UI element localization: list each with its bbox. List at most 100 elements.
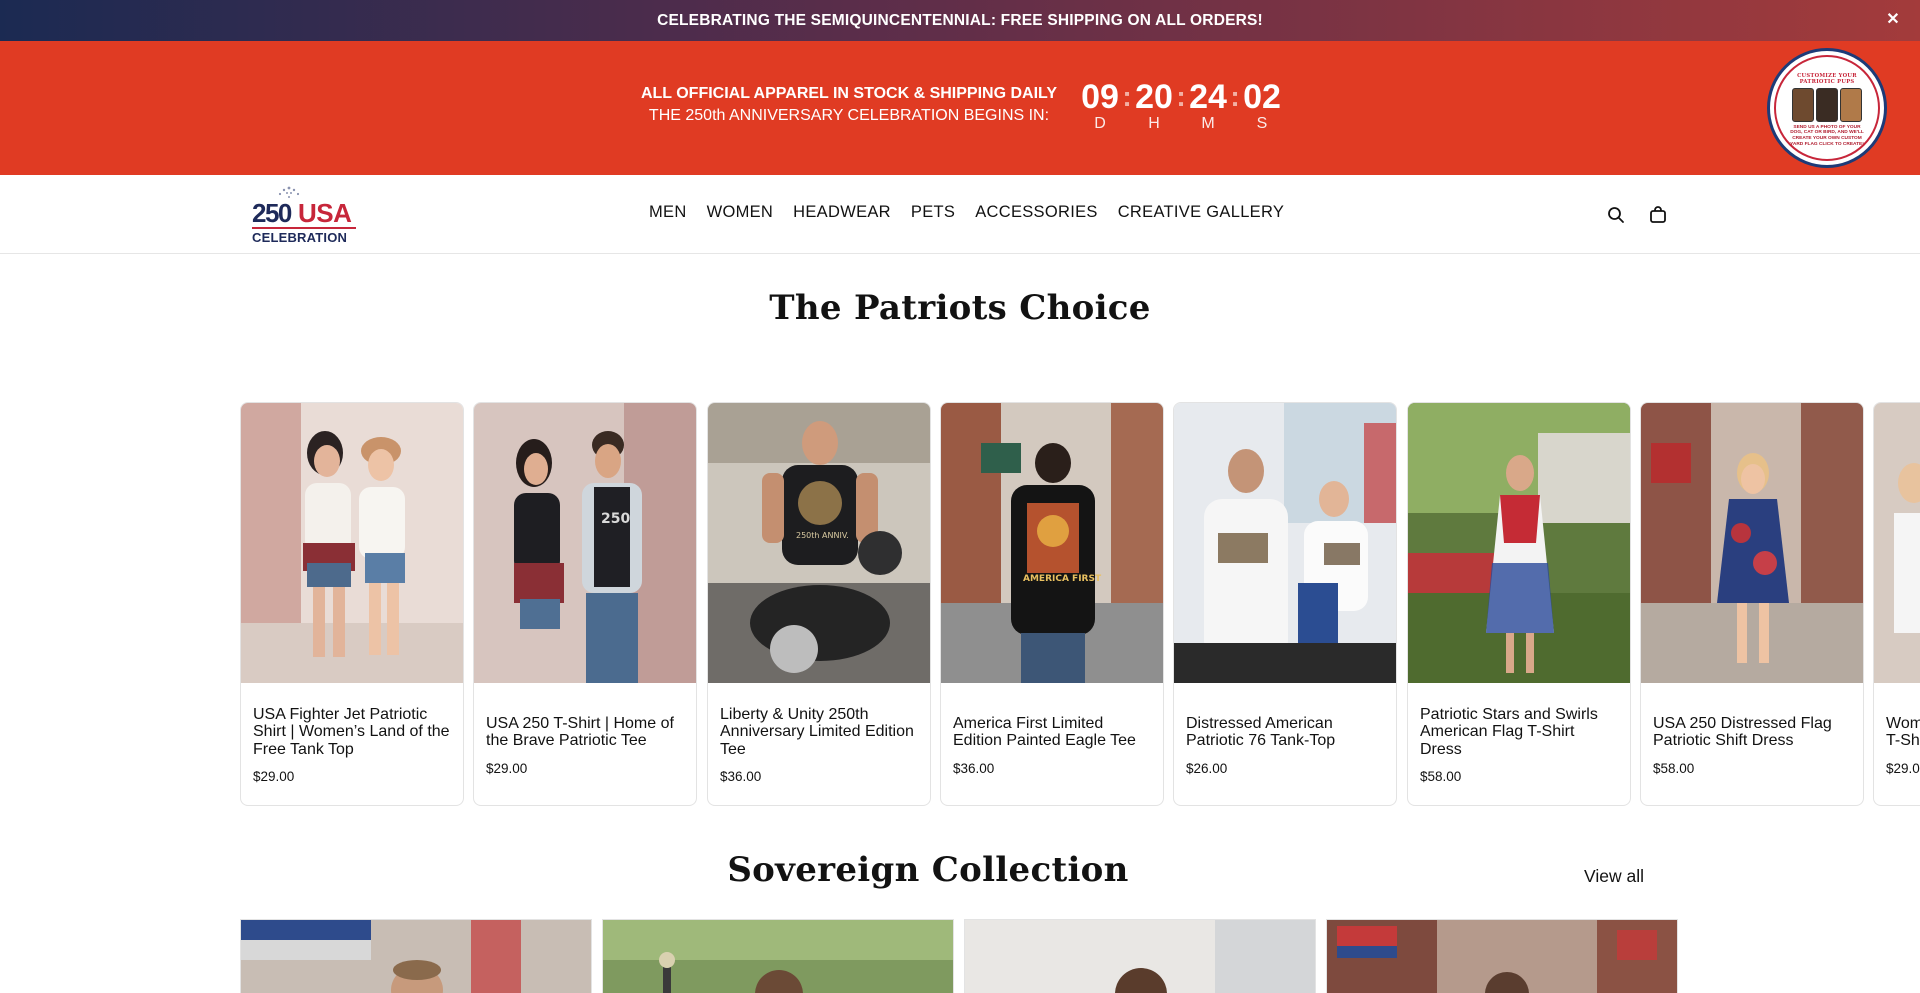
search-icon[interactable]	[1606, 205, 1626, 225]
product-card[interactable]: Patriotic Stars and Swirls American Flag…	[1407, 402, 1631, 806]
countdown-separator: :	[1122, 81, 1132, 112]
product-card[interactable]: Wom T-Sh $29.0	[1873, 402, 1920, 806]
collection-photo	[1327, 920, 1677, 993]
product-card[interactable]: 250th ANNIV. Liberty & Unity 250th Anniv…	[707, 402, 931, 806]
product-photo	[1641, 403, 1863, 683]
product-card[interactable]: USA 250 Distressed Flag Patriotic Shift …	[1640, 402, 1864, 806]
product-price: $29.00	[486, 760, 528, 776]
countdown-seconds-value: 02	[1243, 78, 1281, 116]
countdown-hours: 20 H	[1132, 79, 1176, 133]
announcement-bar: CELEBRATING THE SEMIQUINCENTENNIAL: FREE…	[0, 0, 1920, 41]
countdown-minutes: 24 M	[1186, 79, 1230, 133]
product-price: $29.0	[1886, 760, 1920, 776]
product-image[interactable]	[1641, 403, 1863, 683]
logo-country: USA	[298, 198, 352, 228]
logo-underline	[252, 227, 356, 229]
countdown-hours-value: 20	[1135, 78, 1173, 116]
svg-text:250th ANNIV.: 250th ANNIV.	[796, 531, 849, 540]
custom-pet-flag-badge[interactable]: CUSTOMIZE YOUR PATRIOTIC PUPS SEND US A …	[1767, 48, 1887, 168]
badge-ring	[1774, 55, 1880, 161]
patriots-choice-title: The Patriots Choice	[769, 288, 1151, 328]
product-title[interactable]: USA 250 T-Shirt | Home of the Brave Patr…	[486, 715, 684, 750]
collection-card[interactable]	[240, 919, 592, 993]
product-title[interactable]: Patriotic Stars and Swirls American Flag…	[1420, 706, 1618, 759]
countdown-seconds-label: S	[1256, 115, 1268, 132]
countdown-separator: :	[1230, 81, 1240, 112]
product-info: USA Fighter Jet Patriotic Shirt | Women’…	[241, 683, 463, 805]
product-title[interactable]: USA 250 Distressed Flag Patriotic Shift …	[1653, 715, 1851, 750]
countdown-line-2: THE 250th ANNIVERSARY CELEBRATION BEGINS…	[648, 107, 1050, 124]
product-title[interactable]: Wom T-Sh	[1886, 715, 1920, 750]
product-image[interactable]	[1408, 403, 1630, 683]
collection-photo	[965, 920, 1315, 993]
product-title[interactable]: Liberty & Unity 250th Anniversary Limite…	[720, 706, 918, 759]
countdown-days-label: D	[1094, 115, 1106, 132]
nav-women[interactable]: WOMEN	[707, 203, 774, 222]
product-title[interactable]: Distressed American Patriotic 76 Tank-To…	[1186, 715, 1384, 750]
countdown-message: ALL OFFICIAL APPAREL IN STOCK & SHIPPING…	[620, 83, 1078, 127]
view-all-link[interactable]: View all	[1584, 866, 1644, 887]
site-logo[interactable]: 250 USA CELEBRATION	[250, 185, 360, 245]
logo-stars-icon	[278, 186, 300, 198]
product-info: Liberty & Unity 250th Anniversary Limite…	[708, 683, 930, 805]
product-image[interactable]	[1874, 403, 1920, 683]
svg-text:250: 250	[601, 511, 630, 527]
collection-photo	[603, 920, 953, 993]
product-card[interactable]: AMERICA FIRST America First Limited Edit…	[940, 402, 1164, 806]
countdown-separator: :	[1176, 81, 1186, 112]
product-info: Patriotic Stars and Swirls American Flag…	[1408, 683, 1630, 805]
collection-photo	[241, 920, 591, 993]
product-photo	[241, 403, 463, 683]
product-image[interactable]: 250th ANNIV.	[708, 403, 930, 683]
product-price: $36.00	[720, 769, 762, 785]
product-image[interactable]	[1174, 403, 1396, 683]
product-price: $58.00	[1653, 760, 1695, 776]
countdown-minutes-value: 24	[1189, 78, 1227, 116]
nav-pets[interactable]: PETS	[911, 203, 955, 222]
product-photo	[1174, 403, 1396, 683]
countdown-seconds: 02 S	[1240, 79, 1284, 133]
product-info: Distressed American Patriotic 76 Tank-To…	[1174, 683, 1396, 805]
collection-card[interactable]	[602, 919, 954, 993]
announcement-text: CELEBRATING THE SEMIQUINCENTENNIAL: FREE…	[657, 11, 1263, 29]
nav-headwear[interactable]: HEADWEAR	[793, 203, 891, 222]
countdown-banner: ALL OFFICIAL APPAREL IN STOCK & SHIPPING…	[0, 41, 1920, 175]
product-price: $26.00	[1186, 760, 1228, 776]
product-photo	[1408, 403, 1630, 683]
product-card[interactable]: 250 USA 250 T-Shirt | Home of the Brave …	[473, 402, 697, 806]
product-title[interactable]: USA Fighter Jet Patriotic Shirt | Women’…	[253, 706, 451, 759]
product-photo: AMERICA FIRST	[941, 403, 1163, 683]
product-price: $36.00	[953, 760, 995, 776]
product-price: $58.00	[1420, 769, 1462, 785]
product-photo	[1874, 403, 1920, 683]
nav-accessories[interactable]: ACCESSORIES	[975, 203, 1098, 222]
main-nav: MEN WOMEN HEADWEAR PETS ACCESSORIES CREA…	[649, 203, 1284, 222]
product-image[interactable]: AMERICA FIRST	[941, 403, 1163, 683]
collection-card[interactable]	[1326, 919, 1678, 993]
countdown-line-1: ALL OFFICIAL APPAREL IN STOCK & SHIPPING…	[640, 85, 1058, 102]
product-photo: 250	[474, 403, 696, 683]
product-title[interactable]: America First Limited Edition Painted Ea…	[953, 715, 1151, 750]
site-header: 250 USA CELEBRATION MEN WOMEN HEADWEAR P…	[0, 175, 1920, 254]
countdown-timer: 09 D : 20 H : 24 M : 02 S	[1078, 79, 1284, 133]
nav-creative-gallery[interactable]: CREATIVE GALLERY	[1118, 203, 1285, 222]
product-image[interactable]: 250	[474, 403, 696, 683]
product-photo: 250th ANNIV.	[708, 403, 930, 683]
product-card[interactable]: USA Fighter Jet Patriotic Shirt | Women’…	[240, 402, 464, 806]
nav-men[interactable]: MEN	[649, 203, 687, 222]
logo-word: CELEBRATION	[252, 230, 348, 245]
countdown-minutes-label: M	[1201, 115, 1215, 132]
countdown-days-value: 09	[1081, 78, 1119, 116]
cart-icon[interactable]	[1648, 205, 1668, 225]
product-info: America First Limited Edition Painted Ea…	[941, 683, 1163, 805]
product-info: Wom T-Sh $29.0	[1874, 683, 1920, 805]
product-info: USA 250 Distressed Flag Patriotic Shift …	[1641, 683, 1863, 805]
product-card[interactable]: Distressed American Patriotic 76 Tank-To…	[1173, 402, 1397, 806]
close-icon[interactable]: ✕	[1884, 11, 1902, 29]
collection-card[interactable]	[964, 919, 1316, 993]
product-price: $29.00	[253, 769, 295, 785]
logo-number: 250	[252, 198, 292, 228]
product-image[interactable]	[241, 403, 463, 683]
product-info: USA 250 T-Shirt | Home of the Brave Patr…	[474, 683, 696, 805]
countdown-days: 09 D	[1078, 79, 1122, 133]
